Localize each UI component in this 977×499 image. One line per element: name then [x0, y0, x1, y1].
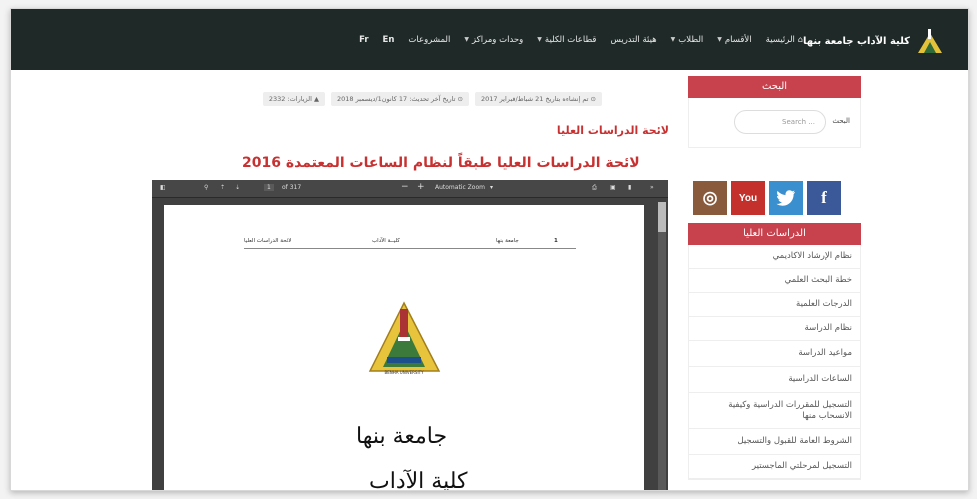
document-title: لائحة الدراسات العليا طبقاً لنظام الساعا… [242, 155, 640, 171]
top-navbar: كلية الآداب جامعة بنها ⌂ الرئيسية الأقسام… [11, 9, 968, 70]
search-box: البحث Search ... [688, 98, 861, 148]
pdf-toolbar: ◧ ⚲ ⇡ ⇣ 1 of 317 − + Automatic Zoom ▾ ⎙ … [152, 180, 668, 198]
pdf-page: لائحة الدراسات العليا كليــة الآداب جامع… [164, 205, 644, 491]
grad-studies-widget: الدراسات العليا نظام الإرشاد الاكاديمي خ… [688, 223, 861, 480]
home-icon: ⌂ [797, 35, 803, 44]
faculty-logo-icon [918, 29, 942, 53]
sidebar-toggle-icon[interactable]: ◧ [160, 184, 166, 191]
nav-item-projects[interactable]: المشروعات [408, 35, 450, 45]
search-input[interactable]: Search ... [734, 110, 826, 134]
search-heading: البحث [688, 76, 861, 98]
svg-text:BENHA UNIVERSITY: BENHA UNIVERSITY [384, 370, 424, 375]
print-icon[interactable]: ⎙ [592, 184, 597, 192]
pdf-body-line1: جامعة بنها [356, 424, 448, 449]
facebook-icon[interactable]: f [807, 181, 841, 215]
next-page-icon[interactable]: ⇣ [235, 184, 240, 191]
tools-icon[interactable]: » [650, 184, 654, 191]
list-item[interactable]: الشروط العامة للقبول والتسجيل [689, 429, 860, 455]
chevron-down-icon: ▼ [670, 36, 676, 43]
list-item[interactable]: خطة البحث العلمي [689, 269, 860, 293]
search-widget: البحث البحث Search ... [688, 76, 861, 148]
nav-item-staff[interactable]: هيئة التدريس [611, 35, 657, 45]
nav-item-units[interactable]: وحدات ومراكز ▼ [464, 35, 523, 45]
list-item[interactable]: الساعات الدراسية [689, 367, 860, 393]
chevron-down-icon: ▾ [490, 184, 494, 191]
published-date: ⊙ تم إنشاءه بتاريخ 21 شباط/فبراير 2017 [474, 92, 602, 106]
list-item[interactable]: التسجيل لمرحلتي الماجستير [689, 455, 860, 479]
browser-frame: كلية الآداب جامعة بنها ⌂ الرئيسية الأقسام… [10, 8, 969, 491]
list-item[interactable]: نظام الإرشاد الاكاديمي [689, 245, 860, 269]
list-item[interactable]: مواعيد الدراسة [689, 341, 860, 367]
page-number-input[interactable]: 1 [264, 184, 274, 191]
chevron-down-icon: ▼ [464, 36, 469, 43]
list-item[interactable]: نظام الدراسة [689, 317, 860, 341]
visit-count: ▲ الزيارات: 2332 [262, 92, 325, 106]
instagram-icon[interactable]: ◎ [693, 181, 727, 215]
chevron-down-icon: ▼ [537, 36, 542, 43]
pdf-scrollbar[interactable] [658, 202, 666, 490]
lang-fr-link[interactable]: Fr [359, 35, 368, 45]
list-item[interactable]: الدرجات العلمية [689, 293, 860, 317]
nav-item-sectors[interactable]: قطاعات الكلية ▼ [537, 35, 596, 45]
pdf-body-line2: كلية الآداب [369, 469, 468, 491]
previous-page-icon[interactable]: ⇡ [220, 184, 225, 191]
nav-item-home[interactable]: ⌂ الرئيسية [766, 35, 803, 45]
site-logo[interactable]: كلية الآداب جامعة بنها [803, 23, 944, 59]
grad-studies-list: نظام الإرشاد الاكاديمي خطة البحث العلمي … [688, 245, 861, 480]
nav-item-students[interactable]: الطلاب ▼ [671, 35, 704, 45]
download-icon[interactable]: ▣ [610, 184, 616, 191]
scrollbar-thumb[interactable] [658, 202, 666, 232]
search-label: البحث [832, 117, 850, 125]
pdf-page-number: 1 [554, 238, 558, 244]
twitter-icon[interactable] [769, 181, 803, 215]
youtube-icon[interactable]: You [731, 181, 765, 215]
article-meta: ⊙ تم إنشاءه بتاريخ 21 شباط/فبراير 2017 ⊙… [262, 92, 602, 106]
social-links: ◎ You f [693, 181, 841, 215]
nav-item-departments[interactable]: الأقسام ▼ [717, 35, 751, 45]
twitter-bird-icon [776, 190, 795, 206]
grad-studies-heading: الدراسات العليا [688, 223, 861, 245]
pdf-header-left: لائحة الدراسات العليا [244, 238, 292, 244]
logo-text: كلية الآداب جامعة بنها [802, 35, 910, 47]
page-count: of 317 [282, 184, 302, 191]
pdf-header-right: جامعة بنها [496, 238, 519, 244]
chevron-down-icon: ▼ [717, 36, 722, 43]
list-item[interactable]: التسجيل للمقررات الدراسية وكيفية الانسحا… [689, 393, 860, 429]
main-menu: ⌂ الرئيسية الأقسام ▼ الطلاب ▼ هيئة التدريس … [359, 9, 803, 70]
pdf-header-mid: كليــة الآداب [372, 238, 400, 244]
lang-en-link[interactable]: En [383, 35, 395, 45]
updated-date: ⊙ تاريخ آخر تحديث: 17 كانون1/ديسمبر 2018 [330, 92, 469, 106]
zoom-in-icon[interactable]: + [417, 182, 425, 192]
zoom-out-icon[interactable]: − [401, 182, 409, 192]
pdf-viewer[interactable]: ◧ ⚲ ⇡ ⇣ 1 of 317 − + Automatic Zoom ▾ ⎙ … [152, 180, 668, 491]
page-title: لائحة الدراسات العليا [556, 124, 669, 137]
pdf-page-header: لائحة الدراسات العليا كليــة الآداب جامع… [244, 238, 576, 249]
university-seal-icon: BENHA UNIVERSITY [368, 301, 441, 375]
zoom-select[interactable]: Automatic Zoom [435, 184, 485, 191]
search-icon[interactable]: ⚲ [204, 184, 208, 191]
bookmark-icon[interactable]: ▮ [628, 184, 631, 191]
